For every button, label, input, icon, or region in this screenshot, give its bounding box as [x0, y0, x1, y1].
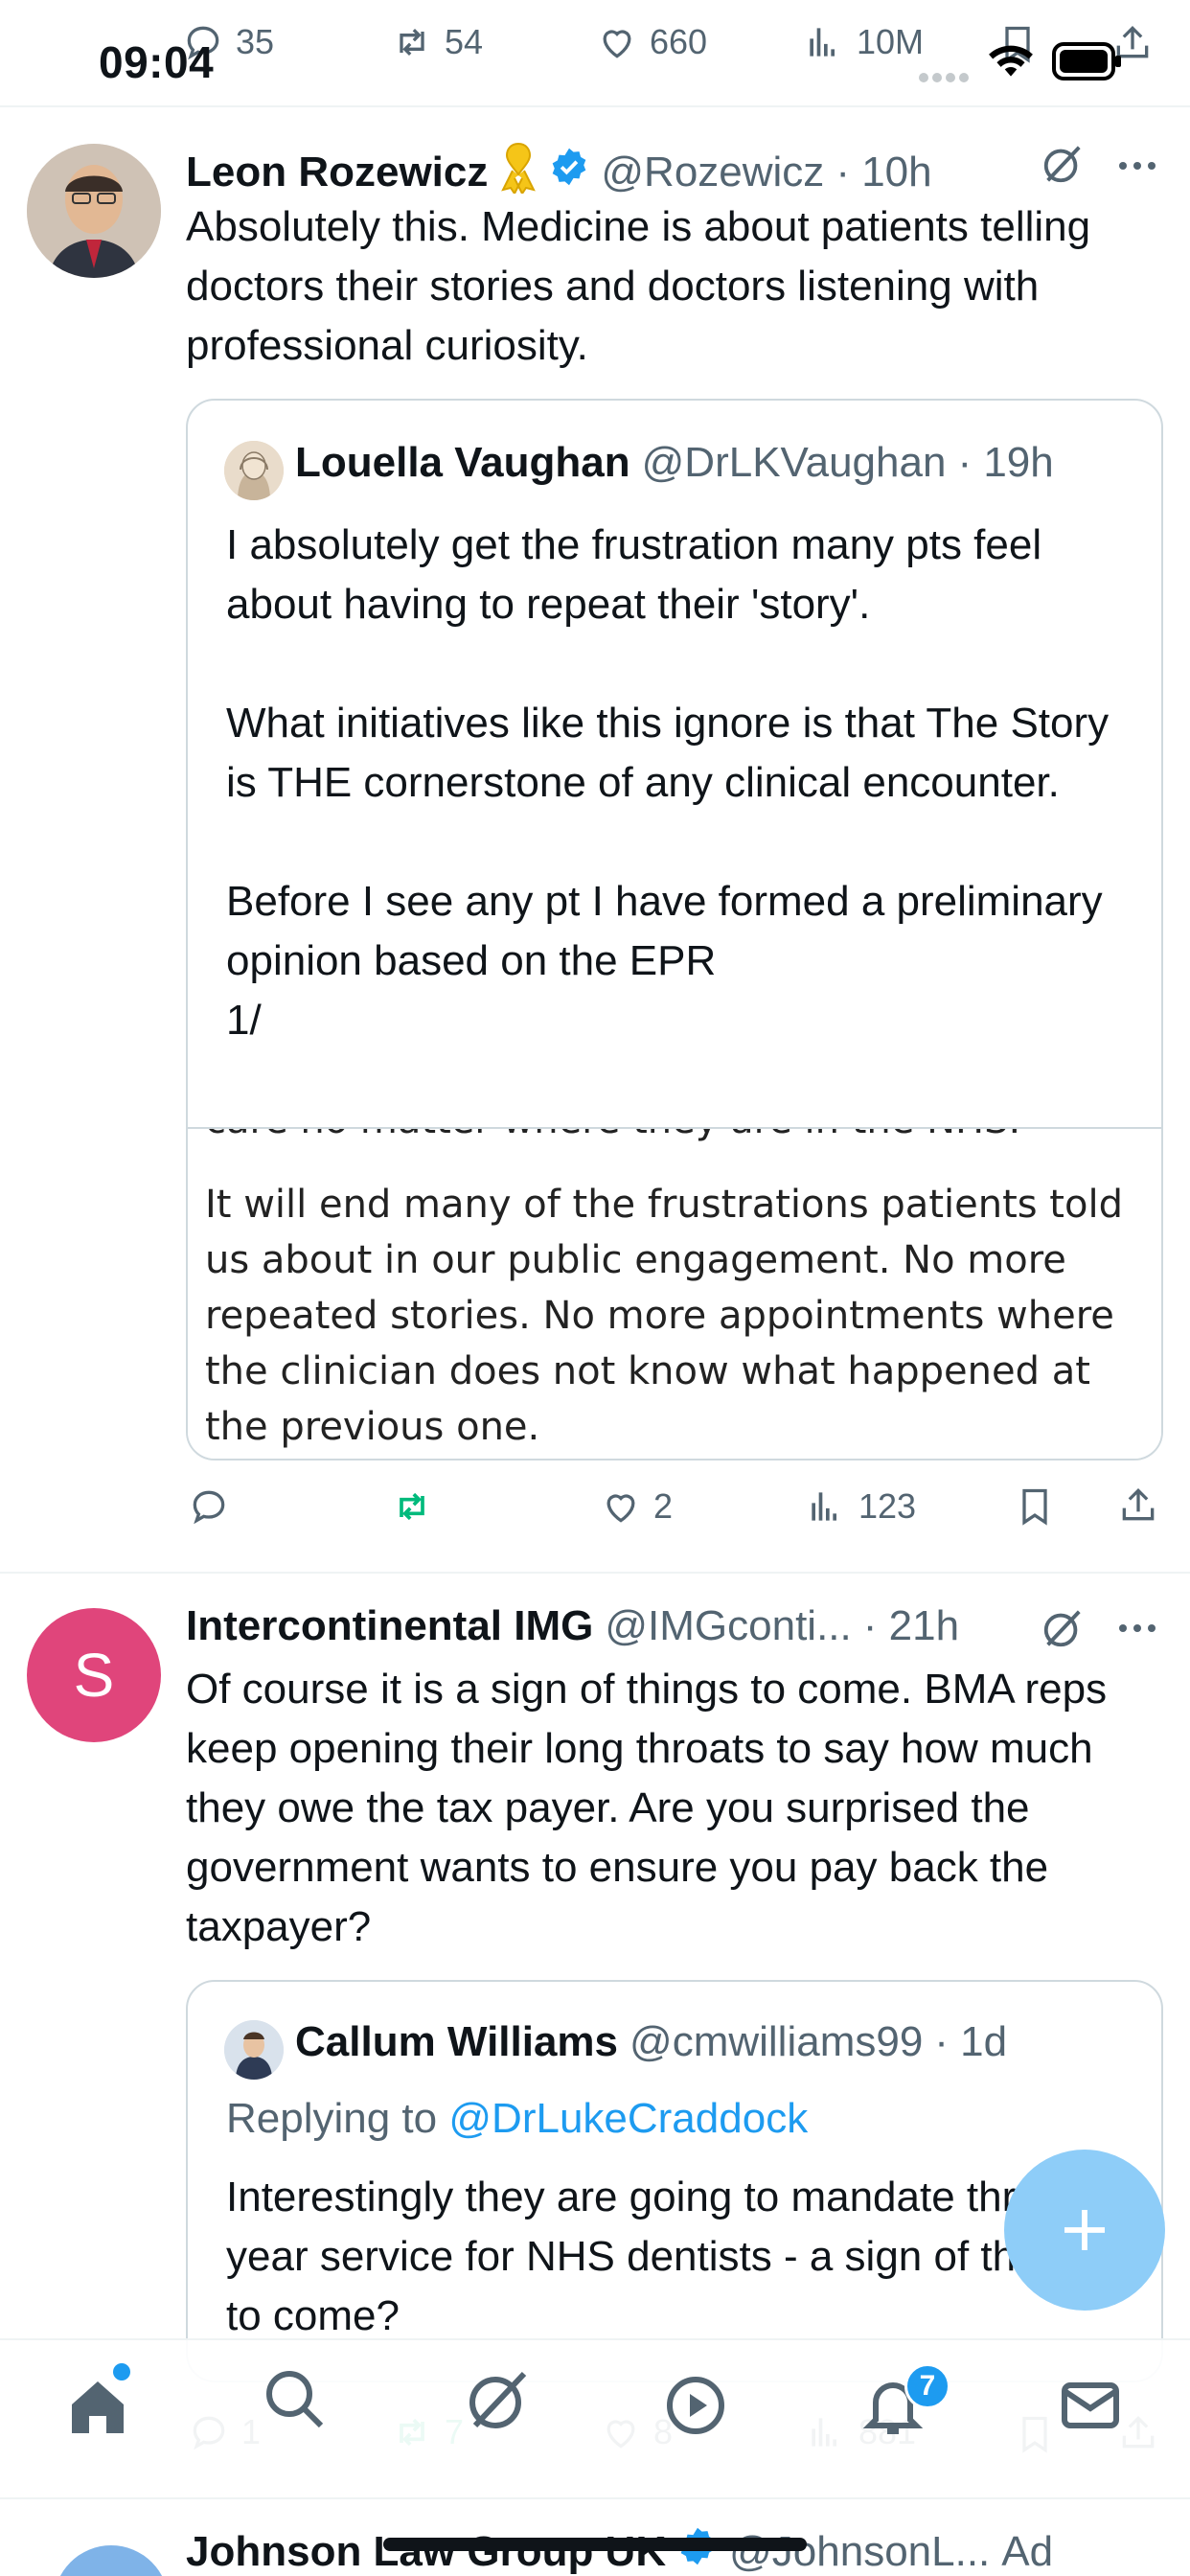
- views-count: 123: [858, 1486, 917, 1526]
- quote-author-name: Louella Vaughan: [295, 439, 630, 486]
- signal-dots-icon: [918, 71, 972, 89]
- heart-icon: [606, 1494, 635, 1523]
- repost-count: 54: [445, 22, 484, 61]
- tweet2-header: Intercontinental IMG @IMGconti... · 21h: [186, 1602, 959, 1650]
- tweet-divider: [0, 2497, 1190, 2499]
- avatar-louella: [224, 441, 284, 500]
- replying-handle-link[interactable]: @DrLukeCraddock: [448, 2095, 808, 2142]
- home-indicator: [383, 2538, 807, 2551]
- grok-nav-icon[interactable]: [464, 2365, 533, 2434]
- views-count: 10M: [857, 22, 925, 61]
- reply-icon: [193, 1490, 225, 1525]
- grok-icon[interactable]: [1041, 142, 1085, 191]
- replying-prefix: Replying to: [226, 2095, 438, 2142]
- avatar-callum: [224, 2020, 284, 2080]
- plus-icon: [1064, 2210, 1105, 2250]
- video-icon[interactable]: [661, 2371, 730, 2440]
- author-handle[interactable]: @JohnsonL...: [729, 2528, 990, 2576]
- like-count: 660: [650, 22, 708, 61]
- quote-time: · 1d: [934, 2018, 1008, 2065]
- quoted-tweet[interactable]: Callum Williams @cmwilliams99 · 1d Reply…: [186, 1980, 1163, 2382]
- messages-icon[interactable]: [1056, 2371, 1125, 2440]
- tweet1-like-action[interactable]: 2: [600, 1485, 673, 1528]
- tweet1-share-icon[interactable]: [1117, 1484, 1159, 1530]
- author-handle[interactable]: @IMGconti...: [605, 1602, 851, 1650]
- home-icon[interactable]: [63, 2373, 132, 2442]
- replying-to: Replying to @DrLukeCraddock: [226, 2095, 808, 2143]
- ad-label: Ad: [1001, 2527, 1054, 2575]
- tweet-divider: [0, 1572, 1190, 1574]
- tweet1-repost-action[interactable]: [391, 1485, 445, 1528]
- tweet1-views-action[interactable]: 123: [805, 1485, 916, 1528]
- repost-icon: [400, 1492, 424, 1521]
- quoted-tweet[interactable]: Louella Vaughan @DrLKVaughan · 19h I abs…: [186, 399, 1163, 1460]
- tweet1-bookmark-icon[interactable]: [1014, 1485, 1056, 1532]
- avatar-leon[interactable]: [27, 144, 161, 278]
- tweet-text: Absolutely this. Medicine is about patie…: [186, 203, 1091, 369]
- tweet-time[interactable]: · 21h: [863, 1602, 959, 1650]
- search-icon[interactable]: [261, 2365, 330, 2434]
- repost-icon: [400, 28, 424, 57]
- like-count: 2: [653, 1486, 674, 1526]
- wifi-icon: [987, 42, 1035, 83]
- tweet-text: Of course it is a sign of things to come…: [186, 1666, 1108, 1950]
- quote-header: Callum Williams @cmwilliams99 · 1d: [295, 2018, 1007, 2066]
- home-notification-dot: [113, 2363, 130, 2380]
- views-icon: [812, 1492, 836, 1521]
- quote-author-handle: @DrLKVaughan: [641, 439, 947, 486]
- quote-header: Louella Vaughan @DrLKVaughan · 19h: [295, 439, 1054, 487]
- avatar-intercontinental[interactable]: S: [27, 1608, 161, 1742]
- author-name[interactable]: Johnson Law Group UK: [186, 2528, 666, 2576]
- views-action[interactable]: 10M: [803, 21, 924, 63]
- image-text: It will end many of the frustrations pat…: [205, 1183, 1123, 1449]
- tweet1-reply-action[interactable]: [188, 1485, 241, 1528]
- quote-text: I absolutely get the frustration many pt…: [226, 521, 1110, 1044]
- status-time: 09:04: [99, 37, 215, 87]
- quote-text: Interestingly they are going to mandate …: [226, 2174, 1093, 2339]
- author-handle[interactable]: @Rozewicz: [601, 149, 824, 196]
- heart-icon: [603, 30, 631, 58]
- tweet-time[interactable]: · 10h: [835, 149, 931, 196]
- avatar-letter: S: [73, 1641, 115, 1710]
- like-action[interactable]: 660: [596, 21, 707, 63]
- author-name[interactable]: Intercontinental IMG: [186, 1602, 593, 1650]
- quote-author-handle: @cmwilliams99: [629, 2018, 924, 2065]
- notifications-badge: 7: [904, 2363, 950, 2409]
- grok-icon[interactable]: [1041, 1606, 1085, 1655]
- compose-button[interactable]: [1004, 2150, 1165, 2311]
- tweet1-header: Leon Rozewicz @Rozewicz · 10h: [186, 140, 932, 204]
- quote-image[interactable]: care no matter where they are in the NHS…: [188, 1127, 1161, 1459]
- verified-icon: [677, 2526, 718, 2576]
- battery-icon: [1052, 42, 1123, 85]
- verified-icon: [549, 147, 589, 197]
- author-name[interactable]: Leon Rozewicz: [186, 149, 488, 196]
- views-icon: [810, 28, 835, 57]
- quote-author-name: Callum Williams: [295, 2018, 619, 2065]
- reply-count: 35: [236, 22, 275, 61]
- repost-action[interactable]: 54: [391, 21, 483, 63]
- tweet3-header: Johnson Law Group UK @JohnsonL... Ad: [186, 2526, 1053, 2576]
- quote-time: · 19h: [957, 439, 1054, 486]
- ribbon-icon: [499, 140, 538, 204]
- more-options-icon[interactable]: [1117, 159, 1157, 176]
- image-text-cut: care no matter where they are in the NHS…: [205, 1129, 1161, 1148]
- more-options-icon[interactable]: [1117, 1622, 1157, 1639]
